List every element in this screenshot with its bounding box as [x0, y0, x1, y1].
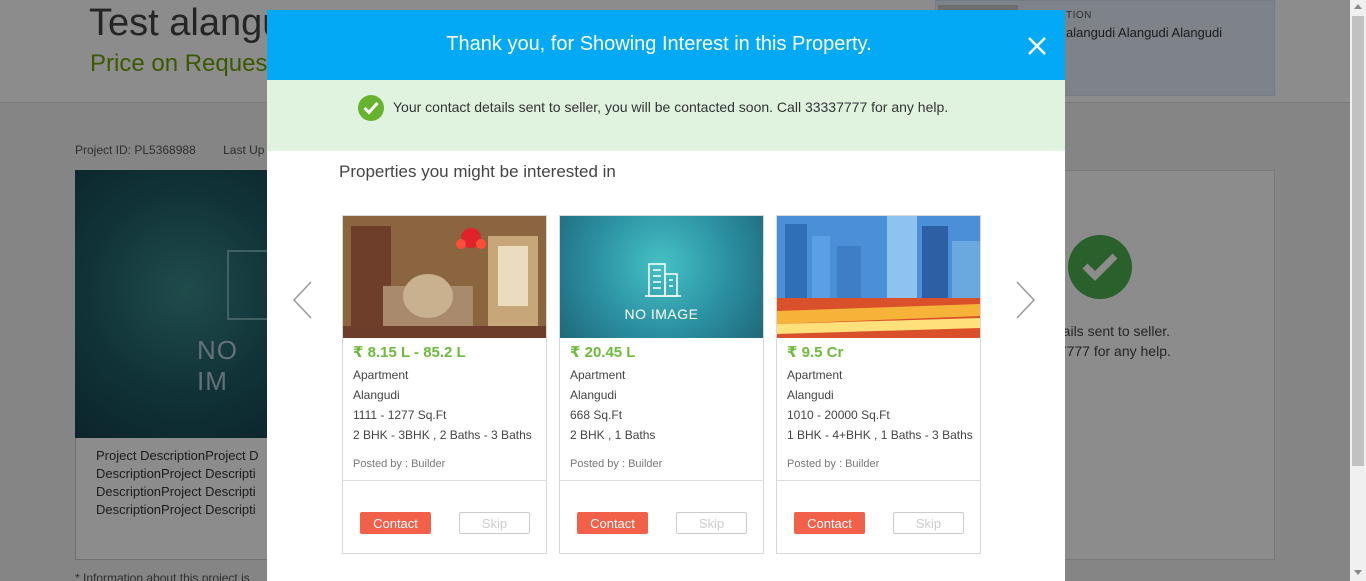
skip-button[interactable]: Skip [459, 512, 530, 534]
card-locality: Alangudi [570, 388, 617, 402]
property-image[interactable] [343, 216, 546, 338]
property-card[interactable]: ₹ 8.15 L - 85.2 L Apartment Alangudi 111… [342, 215, 547, 554]
card-divider [343, 480, 546, 481]
card-details: ₹ 9.5 Cr Apartment Alangudi 1010 - 20000… [787, 343, 977, 445]
chevron-right-icon[interactable] [1013, 280, 1037, 320]
contact-button[interactable]: Contact [794, 512, 865, 534]
card-posted-by: Posted by : Builder [570, 458, 663, 470]
card-locality: Alangudi [353, 388, 400, 402]
card-divider [560, 480, 763, 481]
card-details: ₹ 8.15 L - 85.2 L Apartment Alangudi 111… [353, 343, 543, 445]
page-scrollbar[interactable] [1350, 0, 1366, 581]
card-price: ₹ 8.15 L - 85.2 L [353, 344, 466, 361]
contact-button[interactable]: Contact [577, 512, 648, 534]
property-card[interactable]: NO IMAGE ₹ 20.45 L Apartment Alangudi 66… [559, 215, 764, 554]
success-banner: Your contact details sent to seller, you… [267, 80, 1065, 151]
scroll-thumb[interactable] [1352, 16, 1364, 466]
building-icon [645, 263, 681, 297]
card-config: 2 BHK , 1 Baths [570, 428, 656, 442]
contact-button[interactable]: Contact [360, 512, 431, 534]
property-image[interactable] [777, 216, 980, 338]
chevron-left-icon[interactable] [291, 280, 315, 320]
card-posted-by: Posted by : Builder [787, 458, 880, 470]
card-posted-by: Posted by : Builder [353, 458, 446, 470]
close-icon[interactable] [1025, 34, 1049, 58]
card-area: 1010 - 20000 Sq.Ft [787, 408, 890, 422]
no-image-label: NO IMAGE [624, 306, 699, 322]
success-message: Your contact details sent to seller, you… [393, 99, 949, 115]
check-circle-icon [358, 95, 384, 121]
interest-modal: Thank you, for Showing Interest in this … [267, 10, 1065, 581]
card-type: Apartment [570, 368, 626, 382]
card-type: Apartment [787, 368, 843, 382]
card-area: 668 Sq.Ft [570, 408, 623, 422]
card-config: 2 BHK - 3BHK , 2 Baths - 3 Baths [353, 428, 532, 442]
scroll-up-arrow-icon[interactable] [1354, 4, 1362, 9]
card-area: 1111 - 1277 Sq.Ft [353, 408, 447, 422]
skip-button[interactable]: Skip [893, 512, 964, 534]
card-details: ₹ 20.45 L Apartment Alangudi 668 Sq.Ft 2… [570, 343, 760, 445]
card-config: 1 BHK - 4+BHK , 1 Baths - 3 Baths [787, 428, 973, 442]
modal-title: Thank you, for Showing Interest in this … [446, 33, 872, 55]
suggestions-heading: Properties you might be interested in [339, 162, 616, 181]
card-locality: Alangudi [787, 388, 834, 402]
property-card[interactable]: ₹ 9.5 Cr Apartment Alangudi 1010 - 20000… [776, 215, 981, 554]
skip-button[interactable]: Skip [676, 512, 747, 534]
scroll-down-arrow-icon[interactable] [1354, 570, 1362, 575]
card-type: Apartment [353, 368, 409, 382]
property-image[interactable]: NO IMAGE [560, 216, 763, 338]
card-divider [777, 480, 980, 481]
card-price: ₹ 20.45 L [570, 344, 636, 361]
card-price: ₹ 9.5 Cr [787, 344, 844, 361]
modal-header: Thank you, for Showing Interest in this … [267, 10, 1065, 80]
